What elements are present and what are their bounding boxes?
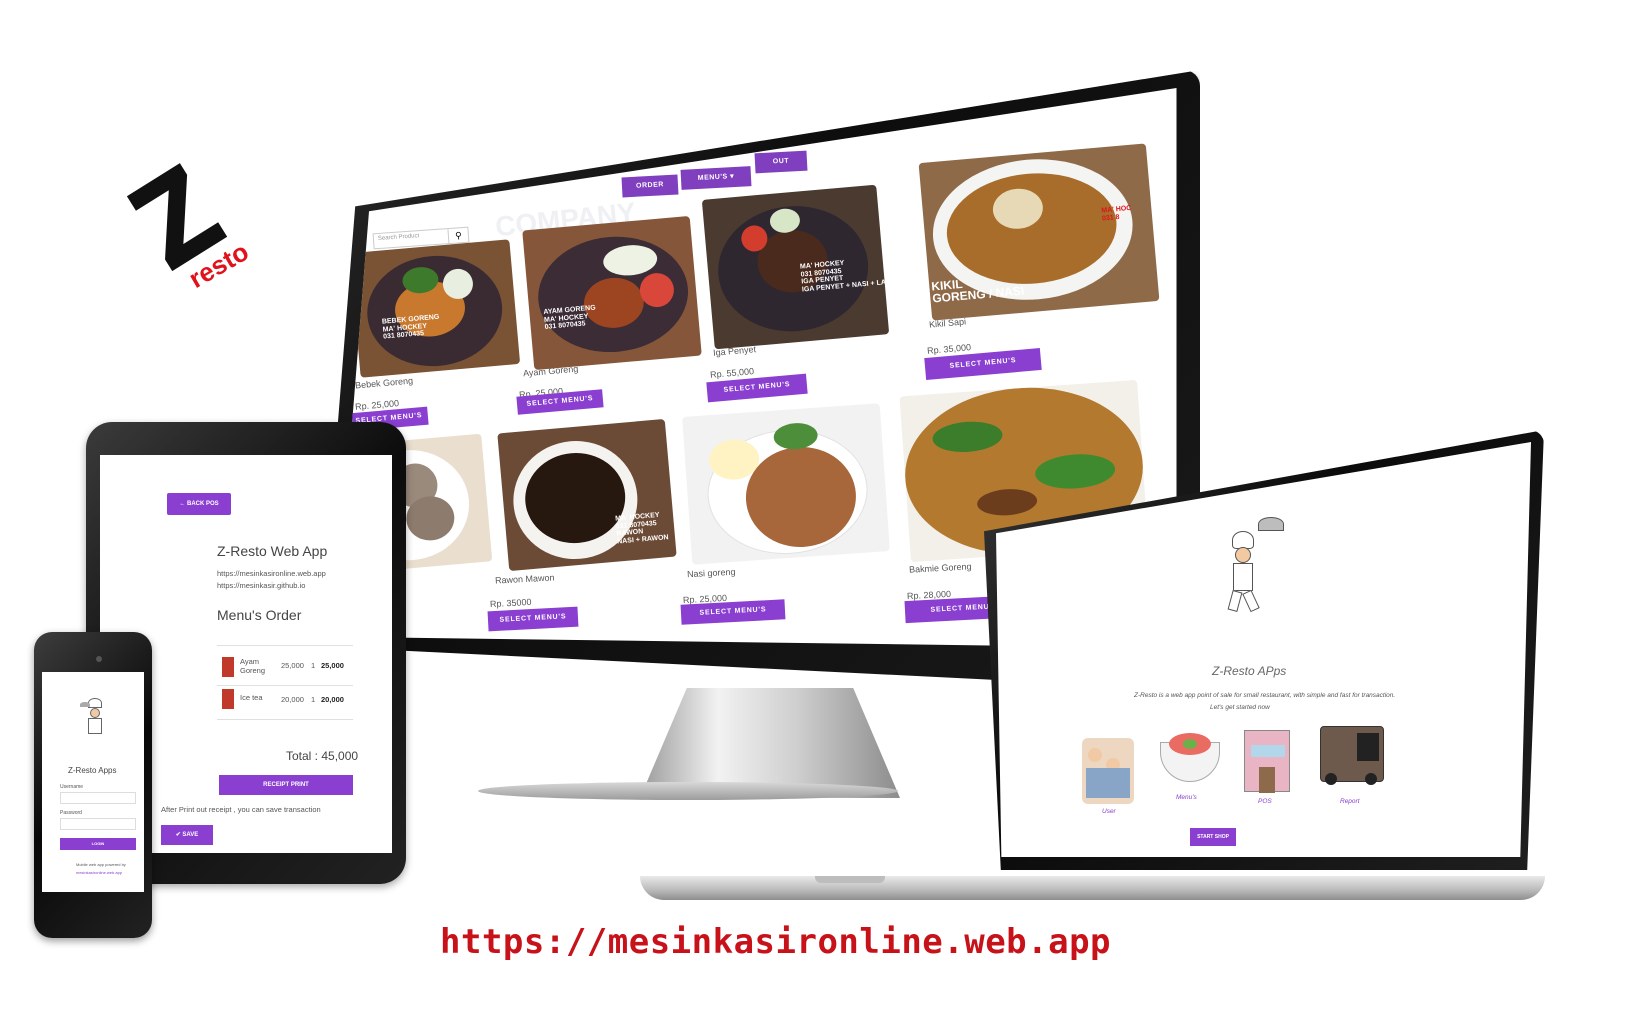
food-name: Kikil Sapi [928, 316, 967, 330]
order-row: Ice tea 20,000 1 20,000 [217, 689, 353, 715]
phone-screen: Z-Resto Apps Username Password LOGIN Mob… [42, 672, 144, 892]
password-input[interactable] [60, 818, 136, 830]
nav-tab-order[interactable]: ORDER [621, 174, 679, 198]
monitor-base [478, 782, 898, 800]
item-name: Ayam Goreng [240, 657, 266, 675]
order-row: Ayam Goreng 25,000 1 25,000 [217, 655, 353, 685]
save-note: After Print out receipt , you can save t… [161, 805, 321, 814]
feature-label: Report [1340, 798, 1360, 805]
food-image-bebek[interactable]: BEBEK GORENG MA' HOCKEY 031 8070435 [349, 239, 521, 378]
tablet-url-2[interactable]: https://mesinkasir.github.io [217, 581, 305, 590]
receipt-print-button[interactable]: RECEIPT PRINT [219, 775, 353, 795]
feature-menus[interactable]: Menu's [1160, 732, 1222, 812]
divider [217, 685, 353, 686]
nav-tab-out[interactable]: OUT [754, 150, 808, 174]
order-title: Menu's Order [217, 607, 302, 623]
phone-footer-line2[interactable]: mesinkasironline.web.app [76, 870, 122, 875]
item-price: 25,000 [281, 661, 304, 670]
tablet-app-title: Z-Resto Web App [217, 543, 328, 559]
search-icon[interactable]: ⚲ [447, 227, 469, 244]
divider [217, 719, 353, 720]
user-icon [1082, 738, 1134, 804]
laptop-base [640, 876, 1545, 900]
feature-label: POS [1258, 798, 1272, 805]
item-total: 20,000 [321, 695, 344, 704]
back-pos-button[interactable]: ← BACK POS [167, 493, 231, 515]
food-image-ayam[interactable]: AYAM GORENG MA' HOCKEY 031 8070435 [522, 215, 702, 371]
image-caption: MA' HOC 031 8 [1101, 204, 1132, 223]
food-image-iga[interactable]: MA' HOCKEY 031 8070435 IGA PENYET IGA PE… [701, 184, 890, 350]
food-name: Rawon Mawon [494, 572, 555, 586]
feature-user[interactable]: User [1082, 734, 1138, 815]
tablet-url-1[interactable]: https://mesinkasironline.web.app [217, 569, 326, 578]
food-name: Nasi goreng [686, 566, 736, 580]
feature-label: User [1102, 808, 1116, 815]
z-resto-logo: Z resto [110, 141, 255, 310]
food-price: Rp. 35000 [489, 596, 532, 610]
item-qty: 1 [311, 695, 316, 704]
restaurant-icon [1244, 730, 1290, 793]
nav-tab-menus[interactable]: MENU'S ▾ [680, 166, 752, 190]
laptop-notch [815, 876, 885, 883]
start-shop-button[interactable]: START SHOP [1190, 828, 1236, 846]
phone-app-title: Z-Resto Apps [68, 766, 117, 775]
phone-camera [96, 656, 102, 662]
food-name: Ayam Goreng [522, 363, 579, 379]
search-input[interactable]: Search Product [378, 233, 420, 242]
phone-footer-line1: Mobile web app powered by [76, 862, 126, 867]
food-name: Bakmie Goreng [908, 561, 972, 575]
delete-item-button[interactable] [222, 657, 234, 677]
food-truck-icon [1320, 726, 1384, 785]
chef-waiter-icon [1224, 517, 1284, 617]
food-image-rawon[interactable]: MA' HOCKEY 031 8070435 RAWON NASI + RAWO… [497, 418, 677, 572]
select-menu-button[interactable]: SELECT MENU'S [680, 599, 786, 625]
food-name: Bebek Goreng [354, 375, 414, 391]
order-total: Total : 45,000 [286, 749, 359, 763]
salad-bowl-icon [1160, 733, 1220, 782]
laptop-description-1: Z-Resto is a web app point of sale for s… [1134, 692, 1396, 699]
item-name: Ice tea [240, 693, 263, 702]
feature-report[interactable]: Report [1316, 720, 1388, 812]
image-caption: MA' HOCKEY 031 8070435 RAWON NASI + RAWO… [614, 511, 669, 546]
item-price: 20,000 [281, 695, 304, 704]
save-button[interactable]: ✔ SAVE [161, 825, 213, 845]
food-image-kikil[interactable]: MA' HOC 031 8 KIKIL GORENG / NASI [918, 143, 1160, 321]
login-button[interactable]: LOGIN [60, 838, 136, 850]
username-input[interactable] [60, 792, 136, 804]
password-label: Password [60, 810, 82, 816]
delete-item-button[interactable] [222, 689, 234, 709]
item-qty: 1 [311, 661, 316, 670]
website-url[interactable]: https://mesinkasironline.web.app [440, 922, 1111, 962]
username-label: Username [60, 784, 84, 790]
laptop-app-title: Z-Resto APps [1212, 664, 1287, 678]
divider [217, 645, 353, 646]
image-caption: AYAM GORENG MA' HOCKEY 031 8070435 [543, 304, 596, 332]
feature-label: Menu's [1176, 794, 1197, 801]
select-menu-button[interactable]: SELECT MENU'S [487, 606, 579, 632]
item-total: 25,000 [321, 661, 344, 670]
food-image-nasi-goreng[interactable] [682, 403, 890, 565]
feature-pos[interactable]: POS [1240, 724, 1296, 810]
laptop-description-2: Let's get started now [1210, 704, 1270, 711]
image-caption: KIKIL GORENG / NASI [930, 276, 1025, 306]
chef-icon [78, 696, 112, 742]
